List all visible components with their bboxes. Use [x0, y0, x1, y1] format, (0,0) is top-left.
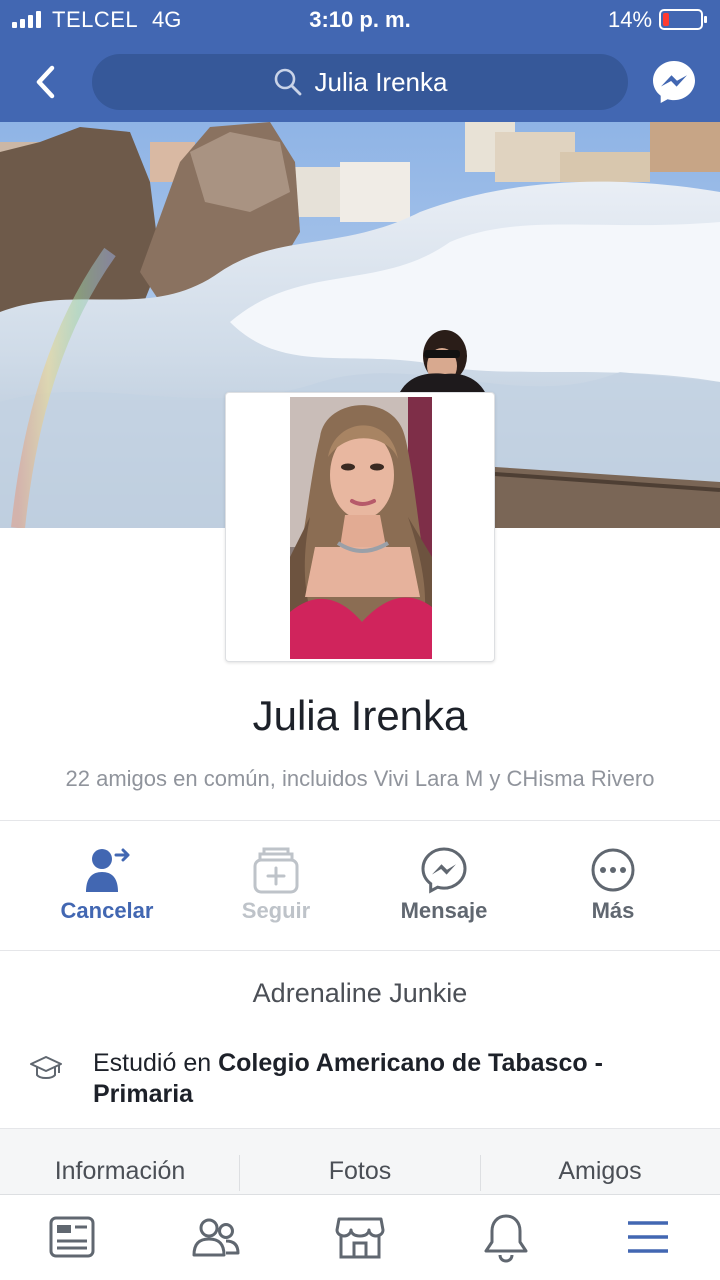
profile-picture[interactable] — [225, 392, 495, 662]
friend-request-sent-icon — [86, 848, 130, 892]
follow-icon — [253, 847, 299, 894]
profile-photo — [290, 397, 432, 659]
divider — [0, 820, 720, 821]
education-prefix: Estudió en — [93, 1049, 219, 1077]
messenger-icon — [421, 847, 467, 894]
back-button[interactable] — [28, 60, 68, 104]
tab-informacion[interactable]: Información — [0, 1129, 240, 1201]
profile-bio: Adrenaline Junkie — [252, 978, 468, 1008]
top-bar: TELCEL 4G 3:10 p. m. 14% Julia Irenka — [0, 0, 720, 122]
nav-friends[interactable] — [190, 1211, 242, 1263]
education-text: Estudió en Colegio Americano de Tabasco … — [93, 1048, 693, 1110]
friends-icon — [192, 1218, 240, 1257]
message-label: Mensaje — [400, 898, 488, 923]
search-text: Julia Irenka — [314, 66, 448, 97]
nav-marketplace[interactable] — [334, 1211, 386, 1263]
more-label: Más — [591, 898, 635, 923]
mutual-friends-text[interactable]: 22 amigos en común, incluidos Vivi Lara … — [0, 766, 720, 792]
cancel-label: Cancelar — [60, 898, 154, 923]
search-bar[interactable]: Julia Irenka — [92, 54, 628, 110]
profile-name: Julia Irenka — [252, 692, 468, 739]
more-button[interactable]: Más — [523, 822, 703, 950]
tab-amigos[interactable]: Amigos — [480, 1129, 720, 1201]
marketplace-icon — [335, 1217, 385, 1259]
profile-tabs: Información Fotos Amigos — [0, 1128, 720, 1200]
cancel-request-button[interactable]: Cancelar — [17, 822, 197, 950]
nav-notifications[interactable] — [480, 1211, 532, 1263]
nav-menu[interactable] — [622, 1211, 674, 1263]
follow-button[interactable]: Seguir — [186, 822, 366, 950]
divider — [0, 950, 720, 951]
follow-label: Seguir — [241, 898, 311, 923]
search-icon — [274, 68, 301, 96]
tab-fotos[interactable]: Fotos — [240, 1129, 480, 1201]
bottom-nav — [0, 1194, 720, 1280]
more-icon — [591, 848, 635, 892]
chevron-left-icon — [36, 65, 55, 99]
graduation-cap-icon — [30, 1056, 62, 1079]
battery-percent: 14% — [608, 7, 653, 32]
profile-actions: Cancelar Seguir Mensaje Más — [0, 822, 720, 950]
status-bar: TELCEL 4G 3:10 p. m. 14% — [0, 0, 720, 40]
news-feed-icon — [49, 1216, 95, 1258]
battery-icon — [659, 9, 707, 30]
messenger-icon — [653, 61, 695, 103]
nav-news-feed[interactable] — [46, 1211, 98, 1263]
menu-icon — [628, 1221, 668, 1253]
messenger-button[interactable] — [650, 58, 698, 106]
message-button[interactable]: Mensaje — [354, 822, 534, 950]
notifications-icon — [484, 1214, 528, 1263]
